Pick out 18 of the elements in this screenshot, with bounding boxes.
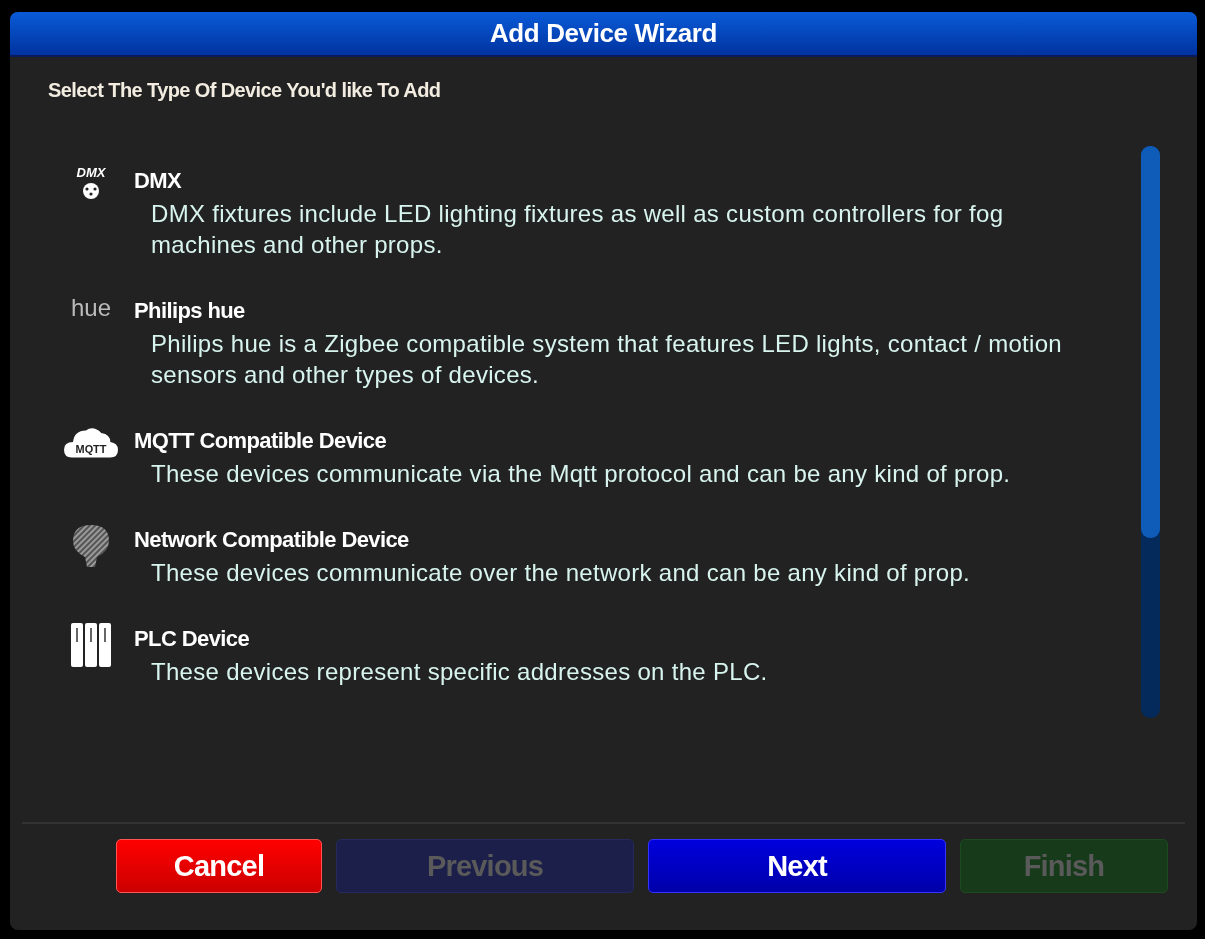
scrollbar-thumb[interactable] [1141,146,1160,538]
window-title: Add Device Wizard [490,18,717,49]
device-type-description: These devices communicate over the network and can be any kind of prop. [151,558,972,588]
device-type-name[interactable]: Network Compatible Device [134,523,1141,557]
plc-modules-icon [69,622,112,668]
hue-logo-icon: hue [65,294,116,324]
cancel-button[interactable]: Cancel [116,839,322,893]
device-type-description: These devices communicate via the Mqtt protocol and can be any kind of prop. [151,459,1012,489]
device-type-description: These devices represent specific addresses on the PLC. [151,657,769,687]
device-type-name[interactable]: Philips hue [134,294,1141,328]
device-type-description: DMX fixtures include LED lighting fixtures as well as custom controllers for fog machines and other props. [151,199,1005,260]
device-type-name[interactable]: MQTT Compatible Device [134,424,1141,458]
next-button[interactable]: Next [648,839,946,893]
instruction-text: Select The Type Of Device You'd like To Add [48,79,442,102]
scrollbar[interactable] [1141,146,1160,718]
device-type-description: Philips hue is a Zigbee compatible system that features LED lights, contact / motion sensors and other types of devices. [151,329,1063,390]
device-type-name[interactable]: PLC Device [134,622,1141,656]
device-type-name[interactable]: DMX [134,164,1141,198]
